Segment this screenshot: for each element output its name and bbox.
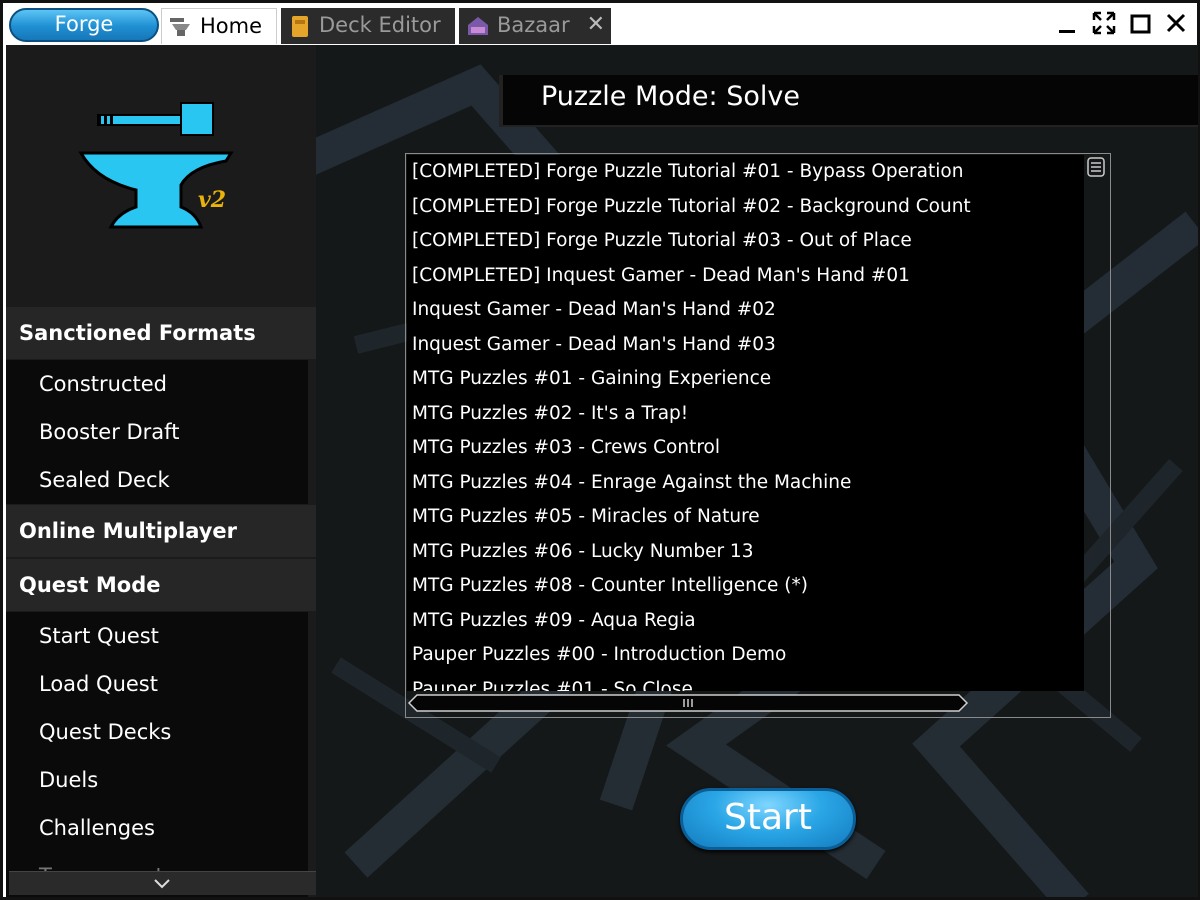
- sidebar: v2 Sanctioned Formats Constructed Booste…: [6, 45, 316, 897]
- list-item[interactable]: MTG Puzzles #03 - Crews Control: [407, 431, 1084, 466]
- main-panel: Puzzle Mode: Solve [COMPLETED] Forge Puz…: [316, 45, 1198, 897]
- forge-anvil-logo: v2: [78, 102, 234, 229]
- sidebar-item-constructed[interactable]: Constructed: [6, 360, 308, 408]
- tab-label: Bazaar: [497, 13, 570, 37]
- section-quest-mode[interactable]: Quest Mode: [6, 559, 316, 611]
- list-item[interactable]: [COMPLETED] Forge Puzzle Tutorial #01 - …: [407, 155, 1084, 190]
- sidebar-item-start-quest[interactable]: Start Quest: [6, 612, 308, 660]
- sidebar-item-duels[interactable]: Duels: [6, 756, 308, 804]
- tab-home[interactable]: Home: [161, 8, 277, 44]
- tab-bazaar[interactable]: Bazaar ✕: [459, 8, 611, 44]
- list-item[interactable]: MTG Puzzles #01 - Gaining Experience: [407, 362, 1084, 397]
- tab-deck-editor[interactable]: Deck Editor: [281, 8, 455, 44]
- list-item[interactable]: Inquest Gamer - Dead Man's Hand #02: [407, 293, 1084, 328]
- list-item[interactable]: Pauper Puzzles #01 - So Close: [407, 673, 1084, 692]
- fullscreen-icon[interactable]: [1091, 10, 1121, 40]
- minimize-icon[interactable]: [1055, 10, 1085, 40]
- sidebar-item-sealed-deck[interactable]: Sealed Deck: [6, 456, 308, 504]
- close-icon[interactable]: [1163, 10, 1193, 40]
- bazaar-icon: [468, 17, 488, 35]
- list-item[interactable]: MTG Puzzles #08 - Counter Intelligence (…: [407, 569, 1084, 604]
- list-item[interactable]: Pauper Puzzles #00 - Introduction Demo: [407, 638, 1084, 673]
- sidebar-item-booster-draft[interactable]: Booster Draft: [6, 408, 308, 456]
- tab-label: Deck Editor: [319, 13, 441, 37]
- sidebar-scroll-indicator[interactable]: [9, 871, 316, 895]
- section-online-multiplayer[interactable]: Online Multiplayer: [6, 505, 316, 557]
- list-item[interactable]: MTG Puzzles #02 - It's a Trap!: [407, 397, 1084, 432]
- sidebar-item-load-quest[interactable]: Load Quest: [6, 660, 308, 708]
- tab-label: Home: [200, 14, 263, 38]
- section-sanctioned-formats[interactable]: Sanctioned Formats: [6, 307, 316, 359]
- horizontal-scrollbar[interactable]: [407, 693, 969, 713]
- list-item[interactable]: [COMPLETED] Forge Puzzle Tutorial #02 - …: [407, 190, 1084, 225]
- list-item[interactable]: MTG Puzzles #05 - Miracles of Nature: [407, 500, 1084, 535]
- list-item[interactable]: Inquest Gamer - Dead Man's Hand #03: [407, 328, 1084, 363]
- list-item[interactable]: [COMPLETED] Forge Puzzle Tutorial #03 - …: [407, 224, 1084, 259]
- page-title-bar: Puzzle Mode: Solve: [499, 75, 1198, 127]
- list-item[interactable]: MTG Puzzles #04 - Enrage Against the Mac…: [407, 466, 1084, 501]
- list-item[interactable]: MTG Puzzles #09 - Aqua Regia: [407, 604, 1084, 639]
- app-window: Forge Home Deck Editor Bazaar ✕ v2 Sanct…: [0, 0, 1200, 900]
- sidebar-item-challenges[interactable]: Challenges: [6, 804, 308, 852]
- puzzle-list-container: [COMPLETED] Forge Puzzle Tutorial #01 - …: [405, 153, 1111, 718]
- deck-icon: [292, 16, 308, 37]
- page-title: Puzzle Mode: Solve: [541, 81, 800, 112]
- list-item[interactable]: MTG Puzzles #06 - Lucky Number 13: [407, 535, 1084, 570]
- sidebar-item-quest-decks[interactable]: Quest Decks: [6, 708, 308, 756]
- list-item[interactable]: [COMPLETED] Inquest Gamer - Dead Man's H…: [407, 259, 1084, 294]
- close-tab-icon[interactable]: ✕: [587, 8, 605, 42]
- title-bar: Forge Home Deck Editor Bazaar ✕: [3, 3, 1197, 45]
- forge-menu-button[interactable]: Forge: [9, 8, 159, 42]
- anvil-icon: [170, 18, 190, 36]
- maximize-icon[interactable]: [1128, 10, 1158, 40]
- puzzle-list[interactable]: [COMPLETED] Forge Puzzle Tutorial #01 - …: [407, 155, 1084, 691]
- start-button[interactable]: Start: [680, 788, 856, 850]
- chevron-down-icon[interactable]: [153, 878, 171, 890]
- logo-text: v2: [198, 187, 226, 213]
- list-menu-icon[interactable]: [1086, 156, 1106, 178]
